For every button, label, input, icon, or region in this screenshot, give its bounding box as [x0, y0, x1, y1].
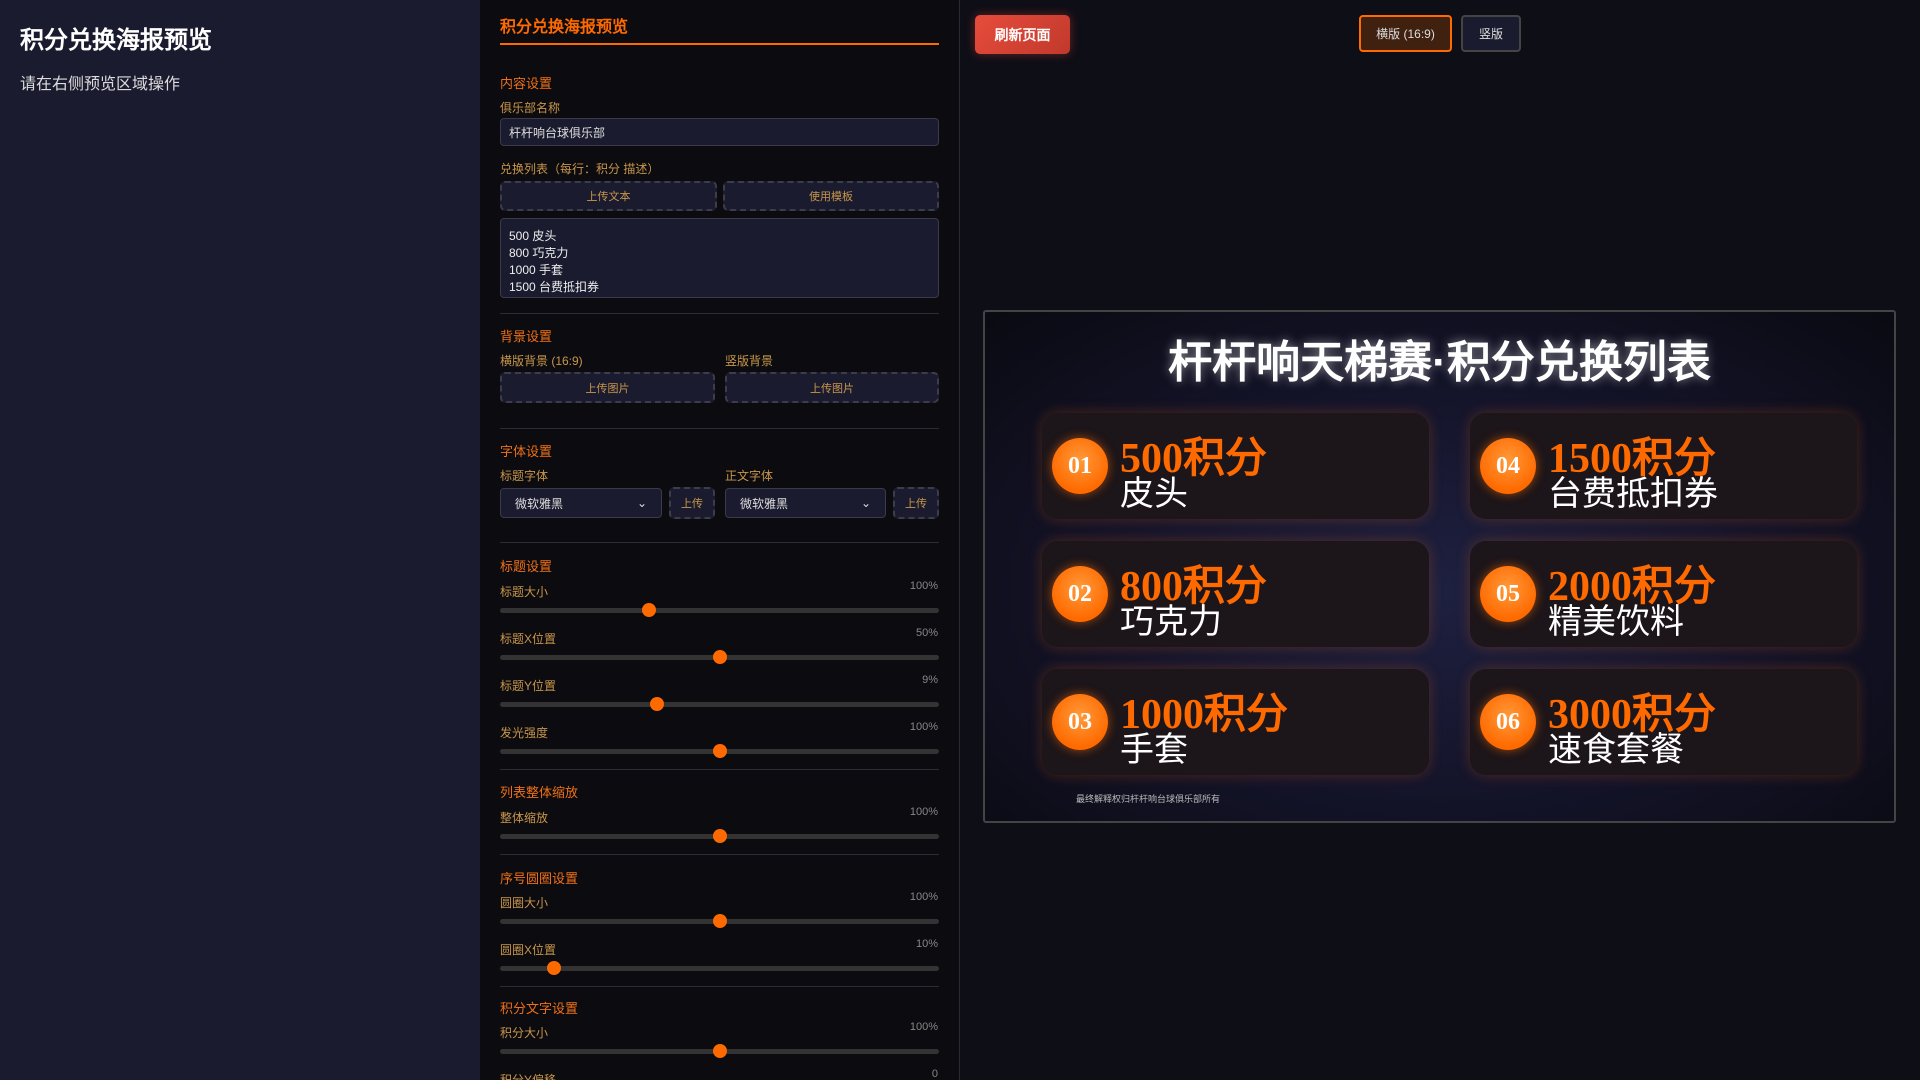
exchange-list-textarea[interactable]: 500 皮头 800 巧克力 1000 手套 1500 台费抵扣券 [500, 218, 939, 298]
section-content: 内容设置 [500, 76, 553, 91]
preview-area: 刷新页面 横版 (16:9) 竖版 杆杆响天梯赛·积分兑换列表 01 500积分… [960, 0, 1920, 1080]
divider [500, 542, 939, 543]
slider-label: 标题大小 [500, 585, 549, 599]
slider-track[interactable] [500, 914, 939, 928]
slider-track[interactable] [500, 829, 939, 843]
poster-footer: 最终解释权归杆杆响台球俱乐部所有 [1076, 794, 1221, 804]
refresh-button[interactable]: 刷新页面 [975, 15, 1070, 54]
reward-text: 巧克力 [1120, 603, 1222, 641]
number-circle: 05 [1480, 566, 1536, 622]
exchange-card: 01 500积分 皮头 [1042, 413, 1429, 519]
slider-thumb[interactable] [712, 1044, 727, 1058]
slider-value: 100% [909, 1021, 938, 1033]
title-font-upload-button[interactable]: 上传 [669, 487, 715, 519]
slider-value: 9% [922, 674, 938, 686]
exchange-card: 03 1000积分 手套 [1042, 669, 1429, 775]
reward-text: 手套 [1120, 731, 1188, 769]
divider [500, 769, 939, 770]
slider-thumb[interactable] [712, 914, 727, 928]
slider-track[interactable] [500, 744, 939, 758]
landscape-bg-upload-button[interactable]: 上传图片 [500, 372, 715, 403]
slider-track[interactable] [500, 650, 939, 664]
number-circle: 03 [1052, 694, 1108, 750]
panel-title: 积分兑换海报预览 [500, 19, 629, 36]
divider [500, 428, 939, 429]
list-label: 兑换列表（每行：积分 描述） [500, 162, 660, 176]
club-name-label: 俱乐部名称 [500, 101, 561, 115]
number-circle: 02 [1052, 566, 1108, 622]
use-template-button[interactable]: 使用模板 [723, 181, 939, 211]
title-font-select[interactable]: 微软雅黑 ⌄ [500, 488, 662, 518]
left-panel: 积分兑换海报预览 请在右侧预览区域操作 [0, 0, 480, 1080]
chevron-down-icon: ⌄ [636, 496, 647, 510]
portrait-bg-upload-button[interactable]: 上传图片 [725, 372, 939, 403]
body-font-upload-button[interactable]: 上传 [893, 487, 939, 519]
divider [500, 854, 939, 855]
slider-value: 0 [931, 1068, 938, 1080]
exchange-card: 02 800积分 巧克力 [1042, 541, 1429, 647]
number-circle: 04 [1480, 438, 1536, 494]
slider-value: 100% [909, 891, 938, 903]
slider-label: 圆圈X位置 [500, 943, 557, 957]
slider-thumb[interactable] [642, 603, 657, 617]
slider-label: 积分大小 [500, 1026, 549, 1040]
number-circle: 06 [1480, 694, 1536, 750]
slider-thumb[interactable] [712, 829, 727, 843]
divider [500, 313, 939, 314]
title-font-value: 微软雅黑 [515, 496, 564, 511]
reward-text: 皮头 [1120, 475, 1188, 513]
title-underline [500, 43, 939, 45]
exchange-card: 05 2000积分 精美饮料 [1470, 541, 1857, 647]
portrait-toggle[interactable]: 竖版 [1461, 15, 1521, 52]
section-title-settings: 标题设置 [500, 559, 553, 574]
reward-text: 台费抵扣券 [1548, 475, 1718, 513]
slider-track[interactable] [500, 697, 939, 711]
left-hint: 请在右侧预览区域操作 [20, 76, 181, 93]
slider-thumb[interactable] [649, 697, 664, 711]
slider-track[interactable] [500, 961, 939, 975]
body-font-label: 正文字体 [725, 469, 774, 483]
body-font-value: 微软雅黑 [740, 496, 789, 511]
slider-label: 标题X位置 [500, 632, 557, 646]
slider-label: 积分Y偏移 [500, 1073, 557, 1080]
upload-text-button[interactable]: 上传文本 [500, 181, 717, 211]
slider-label: 发光强度 [500, 726, 549, 740]
section-list-scale: 列表整体缩放 [500, 785, 579, 800]
body-font-select[interactable]: 微软雅黑 ⌄ [725, 488, 886, 518]
slider-value: 10% [915, 938, 938, 950]
divider [500, 986, 939, 987]
slider-value: 100% [909, 806, 938, 818]
exchange-card: 06 3000积分 速食套餐 [1470, 669, 1857, 775]
landscape-toggle[interactable]: 横版 (16:9) [1359, 15, 1452, 52]
section-points-settings: 积分文字设置 [500, 1001, 579, 1016]
slider-track[interactable] [500, 603, 939, 617]
section-font: 字体设置 [500, 444, 553, 459]
exchange-card: 04 1500积分 台费抵扣券 [1470, 413, 1857, 519]
chevron-down-icon: ⌄ [860, 496, 871, 510]
reward-text: 速食套餐 [1548, 731, 1684, 769]
slider-label: 整体缩放 [500, 811, 549, 825]
reward-text: 精美饮料 [1548, 603, 1684, 641]
club-name-input[interactable]: 杆杆响台球俱乐部 [500, 118, 939, 146]
number-circle: 01 [1052, 438, 1108, 494]
slider-value: 50% [915, 627, 938, 639]
slider-track[interactable] [500, 1044, 939, 1058]
left-title: 积分兑换海报预览 [20, 27, 212, 54]
poster-title: 杆杆响天梯赛·积分兑换列表 [1168, 338, 1711, 387]
section-background: 背景设置 [500, 329, 553, 344]
slider-thumb[interactable] [546, 961, 561, 975]
settings-panel[interactable]: 积分兑换海报预览 内容设置 俱乐部名称 杆杆响台球俱乐部 兑换列表（每行：积分 … [480, 0, 960, 1080]
slider-label: 圆圈大小 [500, 896, 549, 910]
landscape-bg-label: 横版背景 (16:9) [500, 354, 583, 368]
slider-value: 100% [909, 721, 938, 733]
portrait-bg-label: 竖版背景 [725, 354, 774, 368]
poster-preview: 杆杆响天梯赛·积分兑换列表 01 500积分 皮头 02 800积分 巧克力 0… [983, 310, 1896, 823]
title-font-label: 标题字体 [500, 469, 549, 483]
slider-thumb[interactable] [712, 744, 727, 758]
section-circle-settings: 序号圆圈设置 [500, 871, 579, 886]
slider-thumb[interactable] [712, 650, 727, 664]
slider-value: 100% [909, 580, 938, 592]
slider-label: 标题Y位置 [500, 679, 557, 693]
